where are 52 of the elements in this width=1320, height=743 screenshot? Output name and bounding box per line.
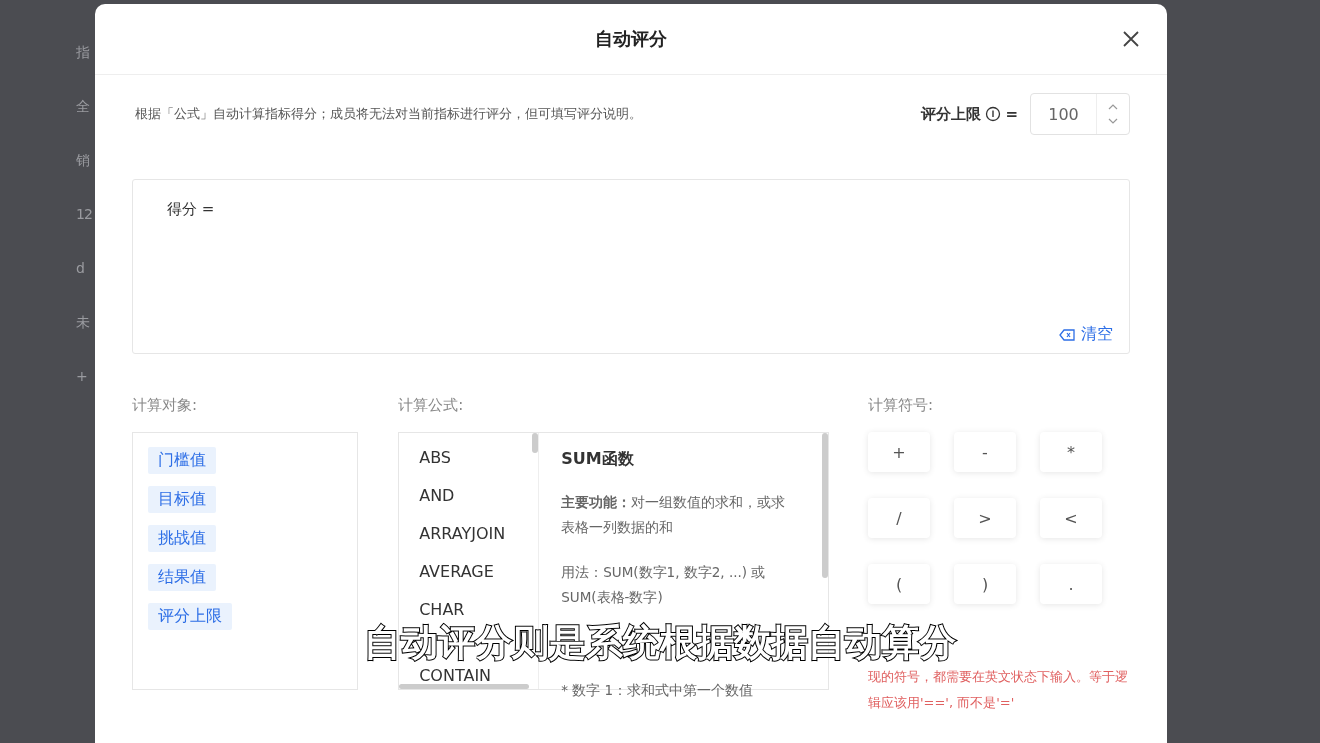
section-label: 计算公式: — [398, 396, 465, 416]
scrollbar[interactable] — [532, 433, 539, 453]
close-icon[interactable] — [1121, 29, 1141, 49]
function-item[interactable]: AND — [419, 485, 539, 506]
symbol-button[interactable]: > — [954, 498, 1016, 538]
function-description: * 数字 1：求和式中第一个数值 — [561, 681, 755, 700]
symbol-button[interactable]: - — [954, 432, 1016, 472]
subtitle: 自动评分则是系统根据数据自动算分 — [364, 622, 956, 664]
background-text: 销 — [76, 151, 90, 170]
background-text: 12 — [76, 205, 92, 224]
symbol-button[interactable]: + — [868, 432, 930, 472]
symbol-button[interactable]: . — [1040, 564, 1102, 604]
object-tag[interactable]: 目标值 — [148, 486, 216, 513]
function-item[interactable]: ARRAYJOIN — [419, 523, 539, 544]
function-description: 主要功能：对一组数值的求和，或求表格一列数据的和 — [561, 493, 787, 537]
background-text: d — [76, 259, 85, 278]
formula-editor[interactable]: 得分 = 清空 — [132, 179, 1130, 354]
symbol-button[interactable]: ) — [954, 564, 1016, 604]
background-text: 全 — [76, 97, 90, 116]
background-text: + — [76, 367, 88, 386]
background-text: 指 — [76, 43, 91, 62]
scrollbar[interactable] — [399, 684, 530, 689]
object-tag[interactable]: 挑战值 — [148, 525, 216, 552]
object-tag[interactable]: 结果值 — [148, 564, 216, 591]
section-label: 计算符号: — [868, 396, 935, 416]
section-label: 计算对象: — [132, 396, 199, 416]
object-tag[interactable]: 门槛值 — [148, 447, 216, 474]
symbol-button[interactable]: < — [1040, 498, 1102, 538]
description: 根据「公式」自动计算指标得分；成员将无法对当前指标进行评分，但可填写评分说明。 — [134, 105, 642, 123]
chevron-up-icon[interactable] — [1108, 103, 1118, 110]
symbol-button[interactable]: / — [868, 498, 930, 538]
score-limit-label: 评分上限 — [921, 104, 982, 124]
scrollbar[interactable] — [822, 433, 829, 578]
backspace-icon — [1059, 328, 1075, 341]
background-text: 未 — [76, 313, 90, 332]
warning-note: 现的符号，都需要在英文状态下输入。等于逻辑应该用'==', 而不是'=' — [868, 668, 1129, 712]
function-item[interactable]: AVERAGE — [419, 561, 539, 582]
function-title: SUM函数 — [561, 449, 635, 470]
score-limit-field[interactable]: 100 — [1030, 93, 1130, 135]
function-item[interactable]: ABS — [419, 447, 539, 468]
score-label: 得分 = — [167, 200, 215, 219]
dialog-title: 自动评分 — [595, 27, 667, 51]
function-description: 用法：SUM(数字1, 数字2, ...) 或SUM(表格-数字) — [561, 563, 767, 607]
chevron-down-icon[interactable] — [1108, 118, 1118, 125]
info-icon — [985, 106, 1002, 122]
function-item[interactable]: CONTAIN — [419, 665, 539, 686]
equals-sign: = — [1005, 105, 1018, 123]
symbol-button[interactable]: * — [1040, 432, 1102, 472]
function-item[interactable]: CHAR — [419, 599, 539, 620]
symbol-button[interactable]: ( — [868, 564, 930, 604]
clear-button[interactable]: 清空 — [1057, 322, 1115, 347]
object-tag[interactable]: 评分上限 — [148, 603, 232, 630]
